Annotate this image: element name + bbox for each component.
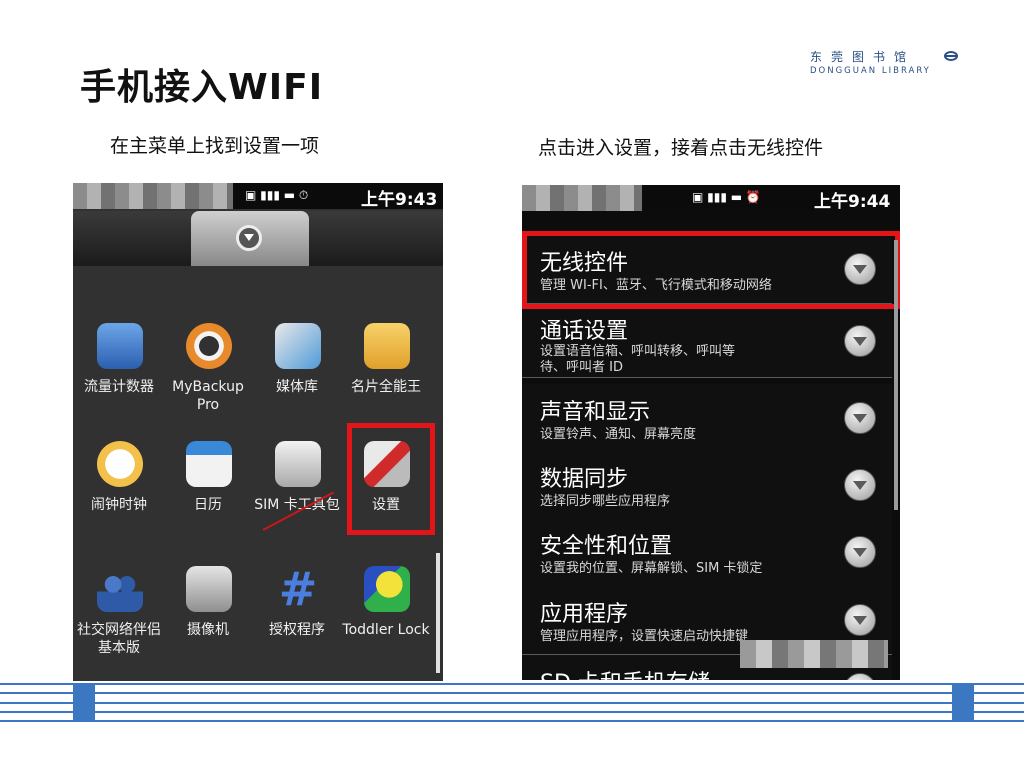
business-card-icon bbox=[364, 323, 410, 369]
app-camcorder[interactable]: 摄像机 bbox=[162, 566, 254, 676]
status-blur bbox=[73, 183, 233, 209]
app-label: 媒体库 bbox=[276, 379, 318, 395]
status-blur bbox=[522, 185, 642, 211]
wireless-highlight bbox=[522, 231, 900, 309]
calendar-icon bbox=[186, 441, 232, 487]
app-label: 闹钟时钟 bbox=[91, 497, 147, 513]
settings-item-title: 安全性和位置 bbox=[540, 534, 673, 559]
settings-item-subtitle: 设置语音信箱、呼叫转移、呼叫等 bbox=[540, 344, 736, 359]
settings-item-title: 通话设置 bbox=[540, 319, 629, 344]
app-alarm-clock[interactable]: 闹钟时钟 bbox=[73, 441, 165, 551]
chevron-down-icon bbox=[844, 604, 876, 636]
app-label: 流量计数器 bbox=[84, 379, 154, 395]
status-icons: ▣ ▮▮▮ ▬ ⏰ bbox=[692, 190, 761, 204]
traffic-counter-icon bbox=[97, 323, 143, 369]
status-bar: ▣ ▮▮▮ ▬ ⏰ 上午9:44 bbox=[522, 185, 900, 212]
app-label: 摄像机 bbox=[187, 622, 229, 638]
settings-highlight bbox=[347, 423, 435, 535]
app-sim-toolkit[interactable]: SIM 卡工具包 bbox=[251, 441, 343, 551]
settings-item-sound-display[interactable]: 声音和显示 设置铃声、通知、屏幕亮度 bbox=[522, 384, 892, 453]
caption-right: 点击进入设置，接着点击无线控件 bbox=[538, 137, 824, 159]
app-drawer-screenshot: ▣ ▮▮▮ ▬ ⏱ 上午9:43 流量计数器 MyBackup Pro 媒体库 … bbox=[73, 183, 443, 681]
settings-item-security[interactable]: 安全性和位置 设置我的位置、屏幕解锁、SIM 卡锁定 bbox=[522, 518, 892, 587]
status-time: 上午9:44 bbox=[814, 192, 891, 212]
app-traffic-counter[interactable]: 流量计数器 bbox=[73, 323, 165, 433]
logo-en: DONGGUAN LIBRARY bbox=[810, 66, 931, 76]
app-gallery[interactable]: 媒体库 bbox=[251, 323, 343, 433]
settings-item-call[interactable]: 通话设置 设置语音信箱、呼叫转移、呼叫等 待、呼叫者 ID bbox=[522, 307, 892, 378]
status-icons: ▣ ▮▮▮ ▬ ⏱ bbox=[245, 188, 309, 202]
app-label: 社交网络伴侣基本版 bbox=[77, 622, 161, 656]
settings-item-subtitle: 设置我的位置、屏幕解锁、SIM 卡锁定 bbox=[540, 561, 763, 576]
drawer-handle[interactable] bbox=[191, 211, 309, 266]
app-label: 日历 bbox=[194, 497, 222, 513]
app-business-card[interactable]: 名片全能王 bbox=[340, 323, 432, 433]
chevron-down-icon bbox=[844, 469, 876, 501]
slide-title: 手机接入WIFI bbox=[80, 67, 324, 108]
caption-left: 在主菜单上找到设置一项 bbox=[110, 135, 320, 157]
library-logo: 东莞图书馆 DONGGUAN LIBRARY bbox=[810, 48, 960, 82]
settings-item-title: 应用程序 bbox=[540, 602, 629, 627]
footer-line bbox=[0, 683, 1024, 685]
app-calendar[interactable]: 日历 bbox=[162, 441, 254, 551]
footer-line bbox=[0, 702, 1024, 704]
settings-item-subtitle: 管理应用程序，设置快速启动快捷键 bbox=[540, 629, 749, 644]
settings-item-subtitle: 设置铃声、通知、屏幕亮度 bbox=[540, 427, 697, 442]
settings-item-title: 声音和显示 bbox=[540, 400, 651, 425]
app-label: MyBackup Pro bbox=[172, 379, 244, 413]
footer-marker bbox=[73, 685, 95, 721]
settings-item-title: 数据同步 bbox=[540, 467, 629, 492]
status-bar: ▣ ▮▮▮ ▬ ⏱ 上午9:43 bbox=[73, 183, 443, 210]
settings-item-title: SD 卡和手机存储 bbox=[540, 665, 710, 680]
pixelated-overlay bbox=[740, 640, 888, 668]
alarm-clock-icon bbox=[97, 441, 143, 487]
sim-card-icon bbox=[275, 441, 321, 487]
scrollbar[interactable] bbox=[894, 240, 898, 510]
footer-line bbox=[0, 692, 1024, 694]
app-mybackup-pro[interactable]: MyBackup Pro bbox=[162, 323, 254, 433]
app-label: Toddler Lock bbox=[342, 622, 430, 638]
app-authorization[interactable]: # 授权程序 bbox=[251, 566, 343, 676]
camcorder-icon bbox=[186, 566, 232, 612]
settings-item-subtitle-2: 待、呼叫者 ID bbox=[540, 360, 623, 375]
footer-lines bbox=[0, 683, 1024, 723]
hash-icon: # bbox=[278, 562, 318, 616]
settings-screenshot: ▣ ▮▮▮ ▬ ⏰ 上午9:44 无线控件 管理 WI-FI、蓝牙、飞行模式和移… bbox=[522, 185, 900, 680]
logo-cn: 东莞图书馆 bbox=[810, 50, 916, 64]
footer-marker bbox=[952, 685, 974, 721]
app-social-network[interactable]: 社交网络伴侣基本版 bbox=[73, 566, 165, 676]
library-logo-icon bbox=[944, 51, 958, 61]
app-label: 名片全能王 bbox=[351, 379, 421, 395]
app-label: 授权程序 bbox=[269, 622, 325, 638]
chevron-down-icon bbox=[844, 325, 876, 357]
chevron-down-icon bbox=[844, 536, 876, 568]
contacts-icon bbox=[97, 566, 143, 612]
settings-item-data-sync[interactable]: 数据同步 选择同步哪些应用程序 bbox=[522, 451, 892, 520]
shapes-icon bbox=[364, 566, 410, 612]
settings-item-subtitle: 选择同步哪些应用程序 bbox=[540, 494, 671, 509]
footer-line bbox=[0, 720, 1024, 722]
chevron-down-icon bbox=[844, 673, 876, 680]
status-time: 上午9:43 bbox=[361, 190, 438, 210]
gallery-icon bbox=[275, 323, 321, 369]
chevron-down-icon bbox=[244, 234, 254, 241]
app-toddler-lock[interactable]: Toddler Lock bbox=[340, 566, 432, 676]
footer-line bbox=[0, 711, 1024, 713]
scrollbar[interactable] bbox=[436, 553, 440, 673]
chevron-down-icon bbox=[844, 402, 876, 434]
lifebuoy-icon bbox=[186, 323, 232, 369]
